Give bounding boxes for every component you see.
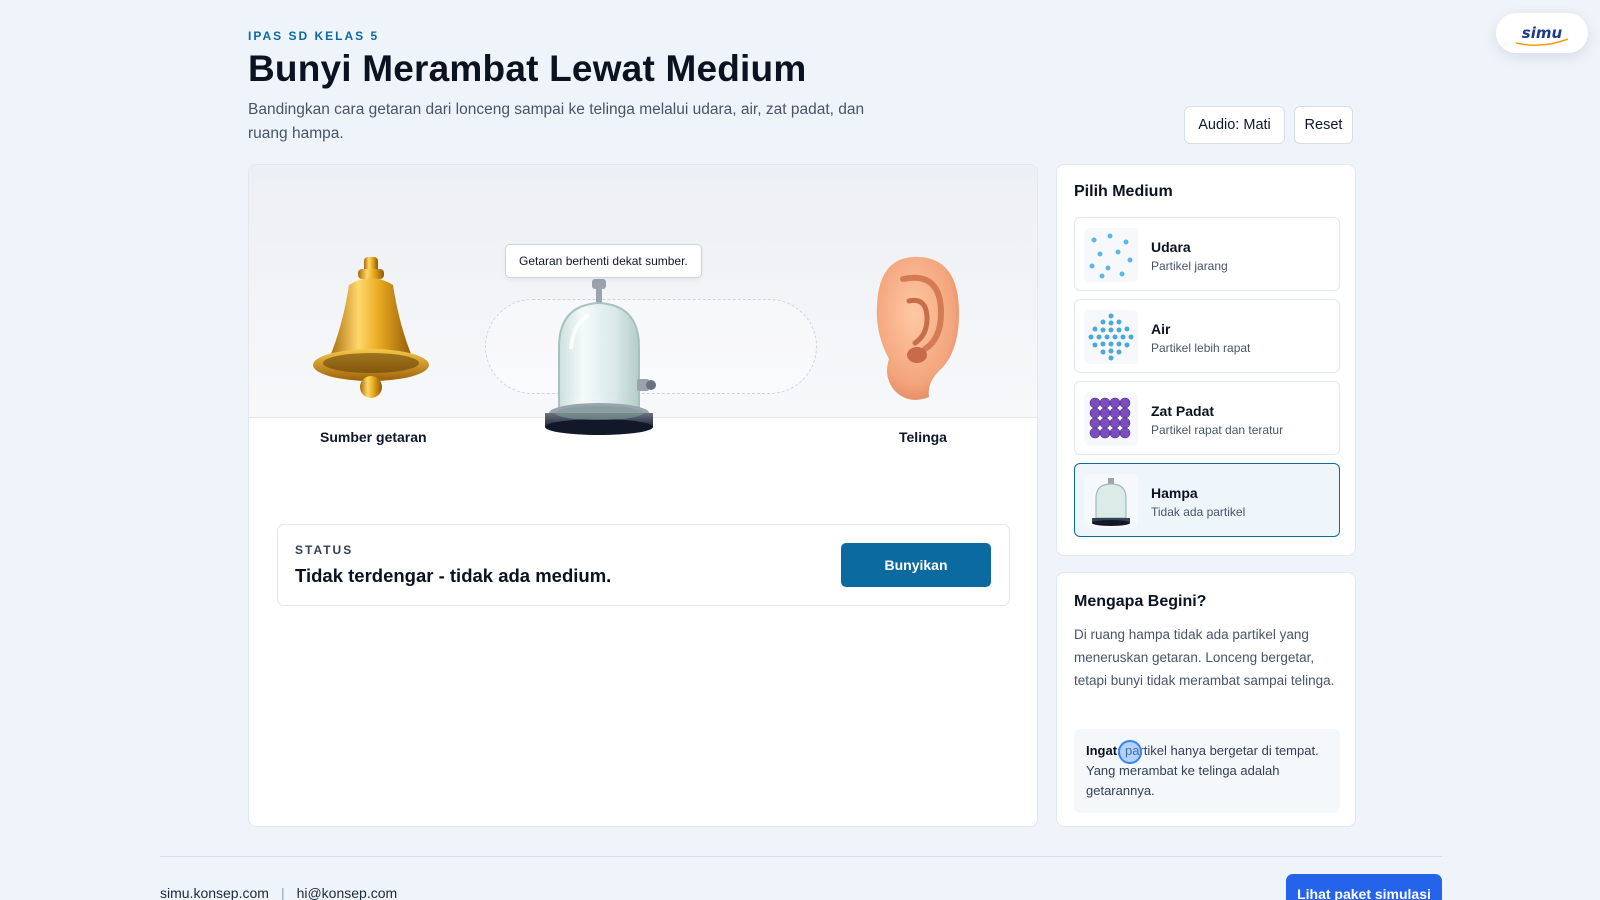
bell-icon bbox=[313, 257, 429, 398]
status-kicker: STATUS bbox=[295, 543, 354, 557]
footer-email-link[interactable]: hi@konsep.com bbox=[297, 885, 398, 900]
medium-desc: Partikel rapat dan teratur bbox=[1151, 423, 1284, 437]
status-text: Tidak terdengar - tidak ada medium. bbox=[295, 565, 612, 586]
footer-site-link[interactable]: simu.konsep.com bbox=[160, 885, 269, 900]
medium-name: Air bbox=[1151, 321, 1171, 337]
ear-icon bbox=[876, 256, 959, 400]
medium-desc: Partikel jarang bbox=[1151, 259, 1228, 273]
medium-option-vacuum[interactable]: Hampa Tidak ada partikel bbox=[1074, 463, 1340, 537]
solid-lattice-icon bbox=[1084, 392, 1138, 446]
simulation-scene: Getaran berhenti dekat sumber. Sumber ge… bbox=[248, 164, 1038, 827]
sparse-particles-icon bbox=[1084, 228, 1138, 282]
remember-label: Ingat: bbox=[1086, 743, 1122, 758]
audio-toggle-button[interactable]: Audio: Mati bbox=[1184, 106, 1285, 144]
explanation-title: Mengapa Begini? bbox=[1074, 593, 1207, 610]
medium-option-solid[interactable]: Zat Padat Partikel rapat dan teratur bbox=[1074, 381, 1340, 455]
ring-bell-button[interactable]: Bunyikan bbox=[841, 543, 991, 587]
bell-jar-icon bbox=[1084, 474, 1138, 528]
medium-panel-title: Pilih Medium bbox=[1074, 183, 1173, 200]
medium-desc: Partikel lebih rapat bbox=[1151, 341, 1251, 355]
logo-swoosh-icon bbox=[1515, 38, 1569, 46]
remember-note: Ingat: partikel hanya bergetar di tempat… bbox=[1074, 729, 1340, 813]
status-box: STATUS Tidak terdengar - tidak ada mediu… bbox=[277, 524, 1010, 606]
vibration-tooltip: Getaran berhenti dekat sumber. bbox=[505, 244, 702, 278]
medium-desc: Tidak ada partikel bbox=[1151, 505, 1246, 519]
medium-option-water[interactable]: Air Partikel lebih rapat bbox=[1074, 299, 1340, 373]
bell-jar-icon bbox=[545, 279, 656, 435]
medium-name: Hampa bbox=[1151, 485, 1198, 501]
footer-divider bbox=[160, 856, 1442, 857]
view-packages-button[interactable]: Lihat paket simulasi bbox=[1286, 874, 1442, 900]
explanation-body: Di ruang hampa tidak ada partikel yang m… bbox=[1074, 627, 1335, 688]
footer-links: simu.konsep.com | hi@konsep.com bbox=[160, 885, 397, 900]
source-label: Sumber getaran bbox=[320, 429, 427, 445]
footer-separator: | bbox=[280, 885, 285, 900]
brand-logo[interactable]: simu bbox=[1496, 13, 1588, 53]
explanation-panel: Mengapa Begini? Di ruang hampa tidak ada… bbox=[1056, 572, 1356, 827]
reset-button[interactable]: Reset bbox=[1294, 106, 1353, 144]
medium-name: Udara bbox=[1151, 239, 1191, 255]
page-subtitle: Bandingkan cara getaran dari lonceng sam… bbox=[248, 101, 865, 142]
dense-particles-icon bbox=[1084, 310, 1138, 364]
scene-stage: Getaran berhenti dekat sumber. bbox=[249, 165, 1037, 435]
medium-selector-panel: Pilih Medium Udara Partikel jarang Air P… bbox=[1056, 164, 1356, 556]
medium-option-air[interactable]: Udara Partikel jarang bbox=[1074, 217, 1340, 291]
pointer-cursor-icon bbox=[1118, 740, 1142, 764]
ear-label: Telinga bbox=[899, 429, 947, 445]
page-title: Bunyi Merambat Lewat Medium bbox=[248, 48, 807, 89]
medium-name: Zat Padat bbox=[1151, 403, 1215, 419]
subject-kicker: IPAS SD KELAS 5 bbox=[248, 29, 380, 43]
